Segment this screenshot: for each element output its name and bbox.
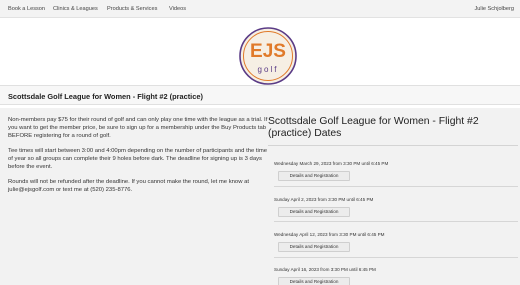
- top-navigation: Book a Lesson Clinics & Leagues Products…: [0, 0, 520, 18]
- page-title: Scottsdale Golf League for Women - Fligh…: [8, 92, 203, 101]
- details-registration-button[interactable]: Details and Registration: [278, 207, 350, 217]
- dates-heading: Scottsdale Golf League for Women - Fligh…: [268, 116, 518, 146]
- nav-products-services[interactable]: Products & Services: [107, 6, 157, 12]
- pricing-paragraph: Non-members pay $75 for their round of g…: [8, 117, 268, 139]
- page-title-bar: Scottsdale Golf League for Women - Fligh…: [0, 85, 520, 105]
- nav-videos[interactable]: Videos: [169, 6, 186, 12]
- dates-column: Scottsdale Golf League for Women - Fligh…: [268, 116, 518, 285]
- logo-word: golf: [258, 65, 279, 74]
- details-registration-button[interactable]: Details and Registration: [278, 242, 350, 252]
- date-entry: Wednesday March 29, 2023 from 3:30 PM un…: [274, 159, 518, 187]
- details-registration-button[interactable]: Details and Registration: [278, 277, 350, 285]
- ejs-golf-logo[interactable]: EJS golf: [238, 26, 298, 86]
- details-registration-button[interactable]: Details and Registration: [278, 171, 350, 181]
- date-text: Wednesday March 29, 2023 from 3:30 PM un…: [274, 161, 389, 166]
- refund-paragraph: Rounds will not be refunded after the de…: [8, 179, 250, 193]
- main-content: Non-members pay $75 for their round of g…: [0, 108, 520, 285]
- date-text: Sunday April 16, 2023 from 3:30 PM until…: [274, 267, 376, 272]
- date-entry: Sunday April 16, 2023 from 3:30 PM until…: [274, 264, 518, 285]
- date-entry: Sunday April 2, 2023 from 3:30 PM until …: [274, 194, 518, 222]
- info-column: Non-members pay $75 for their round of g…: [8, 116, 270, 201]
- date-text: Sunday April 2, 2023 from 3:30 PM until …: [274, 197, 374, 202]
- nav-book-a-lesson[interactable]: Book a Lesson: [8, 6, 45, 12]
- user-account-link[interactable]: Julie Schjolberg: [475, 6, 515, 12]
- date-text: Wednesday April 12, 2023 from 3:30 PM un…: [274, 232, 385, 237]
- tee-times-paragraph: Tee times will start between 3:00 and 4:…: [8, 148, 268, 170]
- nav-clinics-leagues[interactable]: Clinics & Leagues: [53, 6, 98, 12]
- logo-letters: EJS: [250, 41, 286, 62]
- logo-area: EJS golf: [0, 18, 520, 86]
- date-entry: Wednesday April 12, 2023 from 3:30 PM un…: [274, 229, 518, 258]
